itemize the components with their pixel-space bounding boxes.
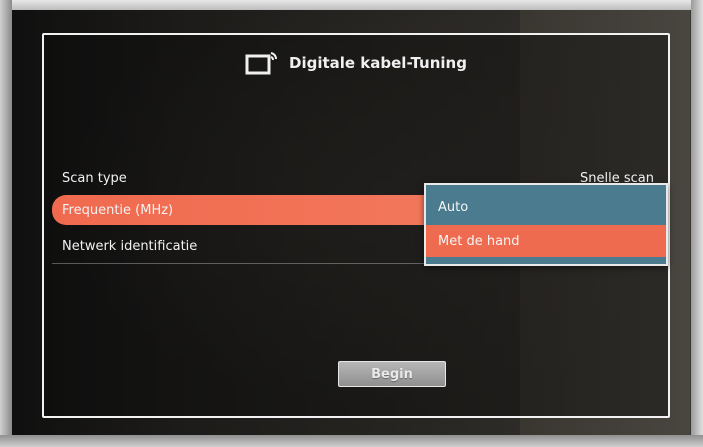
setting-label: Frequentie (MHz) [62, 202, 174, 218]
frequency-dropdown[interactable]: Auto Met de hand [424, 183, 668, 266]
tv-bezel-top [0, 0, 703, 10]
tv-screen-photo: Digitale kabel-Tuning Scan type Snelle s… [0, 0, 703, 447]
dropdown-option-manual[interactable]: Met de hand [426, 225, 666, 257]
tv-bezel-bottom [0, 435, 703, 447]
begin-button[interactable]: Begin [338, 361, 446, 387]
dialog-header: Digitale kabel-Tuning [44, 49, 668, 77]
tv-bezel-right [691, 0, 703, 447]
tv-antenna-icon [245, 52, 278, 75]
dropdown-option-auto[interactable]: Auto [426, 191, 666, 223]
setting-label: Scan type [62, 170, 127, 186]
setting-label: Netwerk identificatie [62, 238, 198, 254]
tv-bezel-left [0, 0, 12, 447]
dialog-title: Digitale kabel-Tuning [289, 54, 467, 72]
